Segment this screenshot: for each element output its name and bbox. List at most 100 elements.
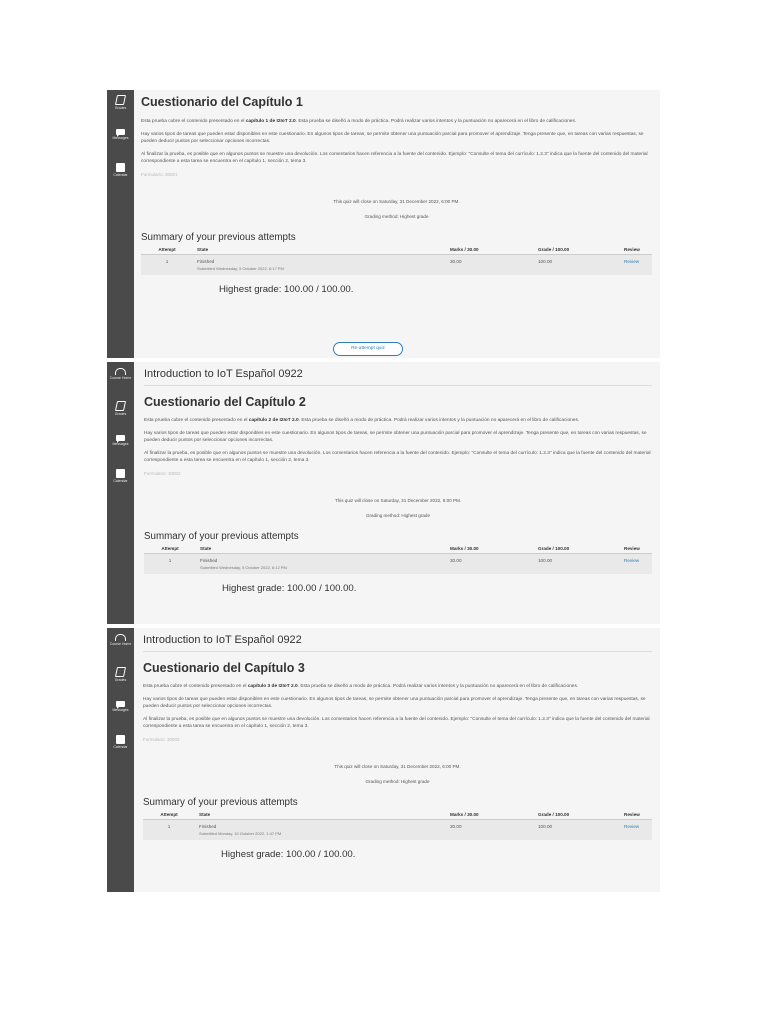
grades-icon <box>114 401 127 411</box>
nav-calendar[interactable]: Calendar <box>107 158 134 192</box>
attempt-state: Finished Submitted Wednesday, 5 October 2… <box>193 254 446 275</box>
close-date: This quiz will close on Saturday, 31 Dec… <box>334 498 462 503</box>
tasks-paragraph: Hay varios tipos de tareas que pueden es… <box>144 431 647 443</box>
summary-title: Summary of your previous attempts <box>141 232 296 243</box>
attempt-number: 1 <box>144 553 196 574</box>
nav-messages[interactable]: Messages <box>107 696 134 730</box>
col-grade: Grade / 100.00 <box>534 810 620 820</box>
form-code: Formulario: 30001 <box>141 172 178 177</box>
col-state: State <box>196 544 446 554</box>
col-marks: Marks / 30.00 <box>446 245 534 255</box>
nav-messages[interactable]: Messages <box>107 430 134 464</box>
submitted-date: Submitted Monday, 10 October 2022, 1:47 … <box>199 831 282 836</box>
nav-messages[interactable]: Messages <box>107 124 134 158</box>
marks-value: 30.00 <box>446 553 534 574</box>
nav-messages-label: Messages <box>112 442 129 446</box>
attempt-state: Finished Submitted Wednesday, 5 October 2… <box>196 553 446 574</box>
messages-icon <box>116 701 125 709</box>
nav-grades[interactable]: Grades <box>107 396 134 430</box>
state-text: Finished <box>200 558 218 563</box>
nav-course-home-label: Course Home <box>109 642 132 646</box>
attempt-number: 1 <box>143 819 195 840</box>
review-link[interactable]: Review <box>624 558 639 563</box>
state-text: Finished <box>199 824 217 829</box>
review-link[interactable]: Review <box>624 824 639 829</box>
course-title[interactable]: Introduction to IoT Español 0922 <box>143 628 652 652</box>
col-grade: Grade / 100.00 <box>534 245 620 255</box>
submitted-date: Submitted Wednesday, 5 October 2022, 6:1… <box>197 266 284 271</box>
nav-messages-label: Messages <box>112 136 129 140</box>
attempt-number: 1 <box>141 254 193 275</box>
col-attempt: Attempt <box>144 544 196 554</box>
submitted-date: Submitted Wednesday, 5 October 2022, 6:1… <box>200 565 287 570</box>
screenshot-quiz-1: Grades Messages Calendar Cuestionario de… <box>107 90 660 358</box>
main-content: Introduction to IoT Español 0922 Cuestio… <box>144 362 652 594</box>
col-grade: Grade / 100.00 <box>534 544 620 554</box>
grading-method: Grading method: Highest grade <box>364 214 429 219</box>
table-row: 1 Finished Submitted Monday, 10 October 2… <box>143 819 652 840</box>
calendar-icon <box>116 469 125 478</box>
marks-value: 30.00 <box>446 254 534 275</box>
close-date: This quiz will close on Saturday, 31 Dec… <box>333 199 460 204</box>
col-state: State <box>193 245 446 255</box>
nav-course-home[interactable]: Course Home <box>107 628 134 662</box>
col-review: Review <box>620 245 652 255</box>
col-review: Review <box>620 810 652 820</box>
attempt-state: Finished Submitted Monday, 10 October 202… <box>195 819 446 840</box>
col-attempt: Attempt <box>141 245 193 255</box>
nav-course-home-label: Course Home <box>109 376 132 380</box>
screenshot-quiz-2: Course Home Grades Messages Calendar Int… <box>107 362 660 624</box>
screenshot-quiz-3: Course Home Grades Messages Calendar Int… <box>107 628 660 892</box>
nav-grades[interactable]: Grades <box>107 90 134 124</box>
nav-grades-label: Grades <box>114 106 127 110</box>
close-date: This quiz will close on Saturday, 31 Dec… <box>334 764 461 769</box>
feedback-paragraph: Al finalizar la prueba, es posible que e… <box>143 717 650 729</box>
grades-icon <box>114 667 127 677</box>
table-row: 1 Finished Submitted Wednesday, 5 October… <box>141 254 652 275</box>
quiz-title: Cuestionario del Capítulo 1 <box>141 95 303 109</box>
main-content: Introduction to IoT Español 0922 Cuestio… <box>143 628 652 860</box>
intro-paragraph: Esta prueba cubre el contenido presentad… <box>141 119 577 124</box>
review-link[interactable]: Review <box>624 259 639 264</box>
calendar-icon <box>116 735 125 744</box>
col-marks: Marks / 30.00 <box>446 544 534 554</box>
quiz-title: Cuestionario del Capítulo 3 <box>143 661 305 675</box>
attempts-table: Attempt State Marks / 30.00 Grade / 100.… <box>143 810 652 840</box>
feedback-paragraph: Al finalizar la prueba, es posible que e… <box>144 451 651 463</box>
table-row: 1 Finished Submitted Wednesday, 5 October… <box>144 553 652 574</box>
nav-grades-label: Grades <box>114 678 127 682</box>
summary-title: Summary of your previous attempts <box>144 531 299 542</box>
nav-course-home[interactable]: Course Home <box>107 362 134 396</box>
home-icon <box>115 368 126 375</box>
nav-grades[interactable]: Grades <box>107 662 134 696</box>
messages-icon <box>116 129 125 137</box>
grading-method: Grading method: Highest grade <box>365 779 430 784</box>
course-title[interactable]: Introduction to IoT Español 0922 <box>144 362 652 386</box>
nav-grades-label: Grades <box>114 412 127 416</box>
nav-calendar[interactable]: Calendar <box>107 464 134 498</box>
marks-value: 30.00 <box>446 819 534 840</box>
col-attempt: Attempt <box>143 810 195 820</box>
nav-calendar[interactable]: Calendar <box>107 730 134 764</box>
nav-calendar-label: Calendar <box>113 173 128 177</box>
col-review: Review <box>620 544 652 554</box>
left-nav-rail: Grades Messages Calendar <box>107 90 134 358</box>
grading-method: Grading method: Highest grade <box>365 513 431 518</box>
intro-paragraph: Esta prueba cubre el contenido presentad… <box>144 418 580 423</box>
main-content: Cuestionario del Capítulo 1 Esta prueba … <box>141 90 652 295</box>
grade-value: 100.00 <box>534 553 620 574</box>
table-header: Attempt State Marks / 30.00 Grade / 100.… <box>143 810 652 820</box>
attempts-table: Attempt State Marks / 30.00 Grade / 100.… <box>141 245 652 275</box>
grade-value: 100.00 <box>534 254 620 275</box>
col-state: State <box>195 810 446 820</box>
form-code: Formulario: 30002 <box>144 471 181 476</box>
form-code: Formulario: 30003 <box>143 737 180 742</box>
reattempt-quiz-button[interactable]: Re-attempt quiz <box>333 342 403 356</box>
calendar-icon <box>116 163 125 172</box>
intro-paragraph: Esta prueba cubre el contenido presentad… <box>143 684 579 689</box>
summary-title: Summary of your previous attempts <box>143 797 298 808</box>
left-nav-rail: Course Home Grades Messages Calendar <box>107 628 134 892</box>
nav-calendar-label: Calendar <box>113 745 128 749</box>
quiz-title: Cuestionario del Capítulo 2 <box>144 395 306 409</box>
table-header: Attempt State Marks / 30.00 Grade / 100.… <box>144 544 652 554</box>
